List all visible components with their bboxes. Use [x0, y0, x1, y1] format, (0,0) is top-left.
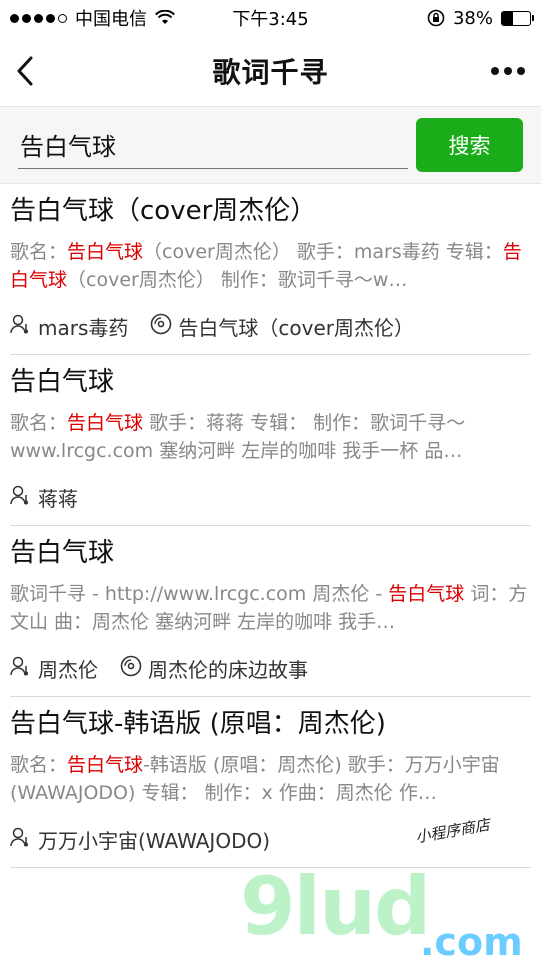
carrier-label: 中国电信 [75, 9, 147, 30]
navigation-bar: 歌词千寻 [0, 36, 541, 106]
watermark-domain: .com [420, 920, 523, 964]
rotation-lock-icon [427, 9, 445, 27]
snippet-text: 歌词千寻 - http://www.lrcgc.com 周杰伦 - [10, 583, 389, 605]
singer-info: 万万小宇宙(WAWAJODO) [10, 825, 270, 854]
result-title: 告白气球-韩语版 (原唱：周杰伦) [10, 709, 386, 739]
album-icon [120, 655, 142, 682]
search-input[interactable] [18, 121, 408, 169]
watermark-logo: 9lud [240, 860, 431, 953]
singer-name: 蒋蒋 [38, 487, 78, 511]
snippet-highlight: 告白气球 [67, 412, 144, 434]
result-meta: mars毒药 告白气球（cover周杰伦） [10, 294, 531, 354]
results-list: 告白气球（cover周杰伦） 歌名：告白气球（cover周杰伦） 歌手：mars毒… [0, 184, 541, 868]
snippet-highlight: 告白气球 [67, 241, 144, 263]
singer-icon [10, 827, 32, 852]
status-right: 38% [427, 7, 534, 29]
result-snippet: 歌名：告白气球 歌手：蒋蒋 专辑： 制作：歌词千寻～www.lrcgc.com … [10, 409, 531, 465]
snippet-text: 歌名： [10, 241, 68, 263]
result-item[interactable]: 告白气球 歌名：告白气球 歌手：蒋蒋 专辑： 制作：歌词千寻～www.lrcgc.… [10, 355, 531, 526]
snippet-text: （cover周杰伦） 制作：歌词千寻～w… [67, 269, 408, 291]
singer-info: 蒋蒋 [10, 483, 78, 512]
chevron-left-icon [17, 56, 33, 86]
battery-icon [501, 10, 534, 26]
result-meta: 周杰伦 周杰伦的床边故事 [10, 636, 531, 696]
result-title: 告白气球 [10, 367, 115, 397]
wifi-icon [155, 10, 175, 24]
album-info: 周杰伦的床边故事 [120, 654, 308, 683]
status-bar: 中国电信 下午3:45 38% [0, 0, 541, 36]
singer-name: mars毒药 [38, 316, 129, 340]
more-dot [517, 67, 525, 75]
signal-icon [10, 13, 67, 23]
album-icon [150, 313, 172, 340]
album-info: 告白气球（cover周杰伦） [150, 312, 414, 341]
status-left: 中国电信 [10, 5, 175, 31]
snippet-text: （cover周杰伦） 歌手：mars毒药 专辑： [143, 241, 503, 263]
more-dot [491, 67, 499, 75]
back-button[interactable] [16, 51, 46, 91]
page-title: 歌词千寻 [212, 56, 329, 89]
album-name: 周杰伦的床边故事 [148, 658, 308, 682]
result-snippet: 歌词千寻 - http://www.lrcgc.com 周杰伦 - 告白气球 词… [10, 580, 531, 636]
snippet-text: 歌名： [10, 412, 68, 434]
album-name: 告白气球（cover周杰伦） [178, 316, 414, 340]
result-item[interactable]: 告白气球（cover周杰伦） 歌名：告白气球（cover周杰伦） 歌手：mars毒… [10, 184, 531, 355]
result-meta: 万万小宇宙(WAWAJODO) [10, 807, 531, 867]
result-title: 告白气球 [10, 538, 115, 568]
snippet-text: 歌名： [10, 754, 68, 776]
singer-icon [10, 314, 32, 339]
singer-icon [10, 485, 32, 510]
result-snippet: 歌名：告白气球-韩语版 (原唱：周杰伦) 歌手：万万小宇宙(WAWAJODO) … [10, 751, 531, 807]
result-title: 告白气球（cover周杰伦） [10, 196, 317, 226]
snippet-highlight: 告白气球 [67, 754, 144, 776]
result-item[interactable]: 告白气球 歌词千寻 - http://www.lrcgc.com 周杰伦 - 告白… [10, 526, 531, 697]
more-button[interactable] [491, 67, 525, 75]
battery-percent: 38% [452, 7, 493, 29]
singer-info: 周杰伦 [10, 654, 98, 683]
search-button[interactable]: 搜索 [416, 118, 523, 172]
snippet-highlight: 告白气球 [388, 583, 465, 605]
result-snippet: 歌名：告白气球（cover周杰伦） 歌手：mars毒药 专辑：告白气球（cove… [10, 238, 531, 294]
more-dot [504, 67, 512, 75]
singer-name: 周杰伦 [38, 658, 98, 682]
singer-icon [10, 656, 32, 681]
singer-name: 万万小宇宙(WAWAJODO) [38, 829, 271, 853]
singer-info: mars毒药 [10, 312, 128, 341]
result-meta: 蒋蒋 [10, 465, 531, 525]
search-bar: 搜索 [0, 106, 541, 184]
result-item[interactable]: 告白气球-韩语版 (原唱：周杰伦) 歌名：告白气球-韩语版 (原唱：周杰伦) 歌手… [10, 697, 531, 868]
